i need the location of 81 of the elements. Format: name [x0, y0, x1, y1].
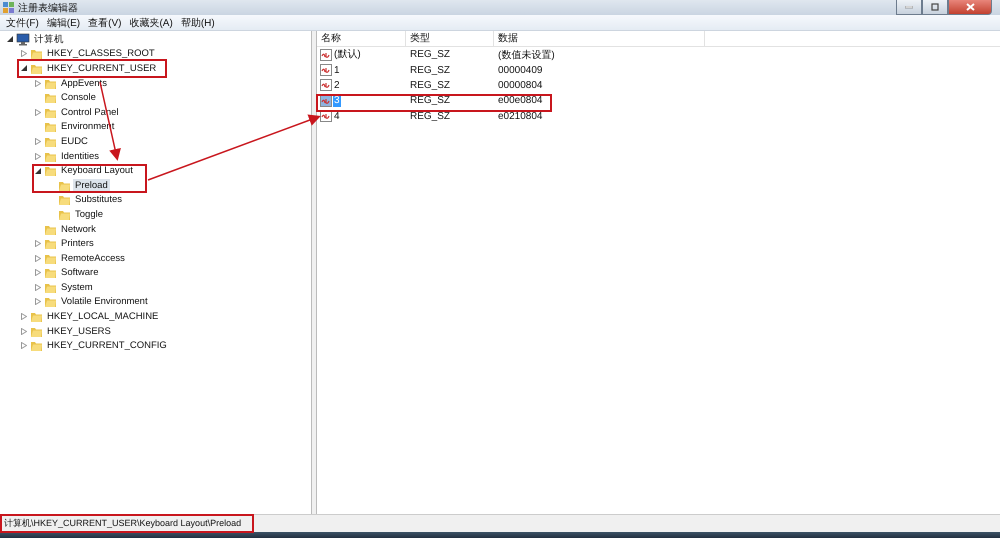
- column-header[interactable]: 数据: [494, 31, 705, 46]
- tree-item[interactable]: Volatile Environment: [59, 295, 150, 308]
- menu-item[interactable]: 帮助(H): [176, 16, 219, 30]
- collapse-icon[interactable]: [6, 36, 14, 42]
- tree-item[interactable]: Console: [59, 91, 98, 104]
- column-header[interactable]: 名称: [317, 31, 406, 46]
- value-name[interactable]: (默认): [333, 48, 362, 62]
- tree-item[interactable]: Substitutes: [73, 193, 124, 206]
- string-value-icon: [320, 94, 332, 107]
- expand-icon[interactable]: [20, 342, 28, 350]
- table-cell-text: (数值未设置): [497, 48, 556, 62]
- folder-icon: [44, 266, 57, 280]
- folder-icon: [44, 164, 57, 178]
- expand-icon[interactable]: [34, 80, 42, 87]
- table-cell-text: REG_SZ: [409, 49, 452, 60]
- expand-icon[interactable]: [34, 152, 42, 160]
- menu-item[interactable]: 文件(F): [2, 16, 43, 30]
- tree-item[interactable]: 计算机: [32, 32, 66, 46]
- folder-icon: [58, 193, 71, 206]
- expand-icon[interactable]: [34, 138, 42, 145]
- maximize-button[interactable]: [922, 0, 948, 15]
- expand-icon[interactable]: [34, 298, 42, 306]
- expand-icon[interactable]: [20, 313, 28, 320]
- tree-item[interactable]: HKEY_CURRENT_CONFIG: [45, 339, 169, 352]
- folder-icon: [30, 47, 43, 60]
- table-cell-text: REG_SZ: [409, 110, 452, 122]
- tree-item[interactable]: Toggle: [73, 208, 105, 221]
- value-name[interactable]: 2: [333, 78, 341, 92]
- table-cell-text: REG_SZ: [409, 95, 452, 106]
- tree-item[interactable]: HKEY_CURRENT_USER: [45, 62, 158, 75]
- expand-icon[interactable]: [34, 254, 42, 262]
- tree-item[interactable]: HKEY_CLASSES_ROOT: [45, 47, 157, 60]
- expand-icon[interactable]: [34, 284, 42, 291]
- value-name[interactable]: 4: [333, 110, 341, 123]
- folder-icon: [44, 295, 57, 308]
- tree-item[interactable]: Network: [59, 222, 98, 236]
- registry-icon: [2, 1, 15, 14]
- menu-item[interactable]: 查看(V): [84, 16, 126, 30]
- expand-icon[interactable]: [20, 50, 28, 58]
- close-icon: [966, 3, 974, 11]
- window-title: 注册表编辑器: [18, 2, 78, 14]
- folder-icon: [44, 237, 57, 250]
- table-cell-text: REG_SZ: [409, 80, 452, 91]
- value-name[interactable]: 1: [333, 64, 341, 77]
- tree-item[interactable]: Software: [59, 266, 100, 280]
- string-value-icon: [320, 48, 332, 61]
- minimize-button[interactable]: [896, 0, 922, 15]
- tree-item[interactable]: Printers: [59, 237, 96, 250]
- tree-item[interactable]: AppEvents: [59, 76, 109, 90]
- folder-icon: [44, 120, 57, 134]
- folder-icon: [44, 91, 57, 104]
- string-value-icon: [320, 79, 332, 92]
- tree-item[interactable]: System: [59, 280, 95, 294]
- table-cell-text: REG_SZ: [409, 64, 452, 76]
- expand-icon[interactable]: [34, 108, 42, 116]
- tree-item[interactable]: Identities: [59, 150, 102, 163]
- table-cell-text: 00000409: [497, 64, 544, 76]
- table-cell-text: e00e0804: [497, 95, 544, 106]
- tree-item[interactable]: HKEY_USERS: [45, 324, 113, 338]
- table-cell-text: 00000804: [497, 80, 544, 91]
- maximize-icon: [931, 3, 939, 11]
- expand-icon[interactable]: [34, 269, 42, 276]
- column-header[interactable]: 类型: [406, 31, 494, 46]
- menu-item[interactable]: 编辑(E): [42, 16, 84, 30]
- tree-item[interactable]: EUDC: [59, 134, 90, 148]
- computer-icon: [16, 32, 30, 46]
- string-value-icon: [320, 64, 332, 76]
- folder-icon: [30, 310, 43, 324]
- tree-item[interactable]: HKEY_LOCAL_MACHINE: [45, 310, 160, 324]
- expand-icon[interactable]: [34, 240, 42, 248]
- close-button[interactable]: [948, 0, 992, 15]
- minimize-icon: [905, 6, 913, 8]
- collapse-icon[interactable]: [34, 168, 42, 174]
- expand-icon[interactable]: [20, 328, 28, 335]
- menu-item[interactable]: 收藏夹(A): [125, 16, 177, 30]
- collapse-icon[interactable]: [20, 65, 28, 72]
- tree-item[interactable]: RemoteAccess: [59, 252, 127, 265]
- folder-icon: [30, 339, 43, 352]
- tree-item[interactable]: Preload: [73, 178, 110, 192]
- table-cell-text: e0210804: [497, 110, 544, 122]
- tree-item[interactable]: Keyboard Layout: [59, 164, 135, 178]
